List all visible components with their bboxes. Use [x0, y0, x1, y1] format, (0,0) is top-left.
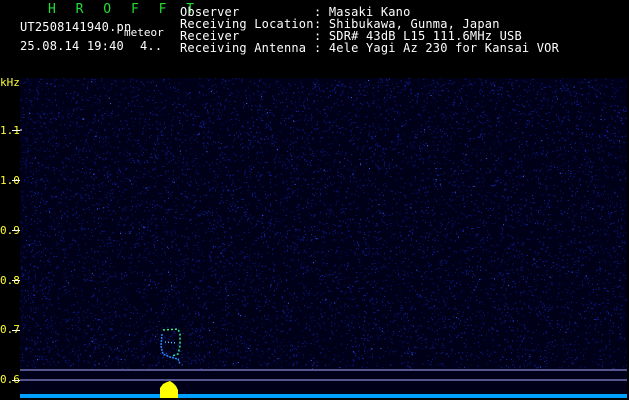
axis-left-ticks	[0, 78, 20, 398]
filename: UT2508141940.pn	[20, 20, 132, 34]
datetime: 25.08.14 19:40	[20, 39, 124, 53]
field-value-antenna: : 4ele Yagi Az 230 for Kansai VOR	[314, 41, 560, 55]
frame-indicator: 4..	[140, 39, 163, 53]
signal-baseline	[20, 394, 627, 398]
field-label-antenna: Receiving Antenna	[180, 41, 307, 55]
app-title: H R O F F T	[48, 2, 201, 17]
event-tag: meteor	[124, 26, 164, 39]
waterfall-spectrogram	[20, 78, 627, 398]
